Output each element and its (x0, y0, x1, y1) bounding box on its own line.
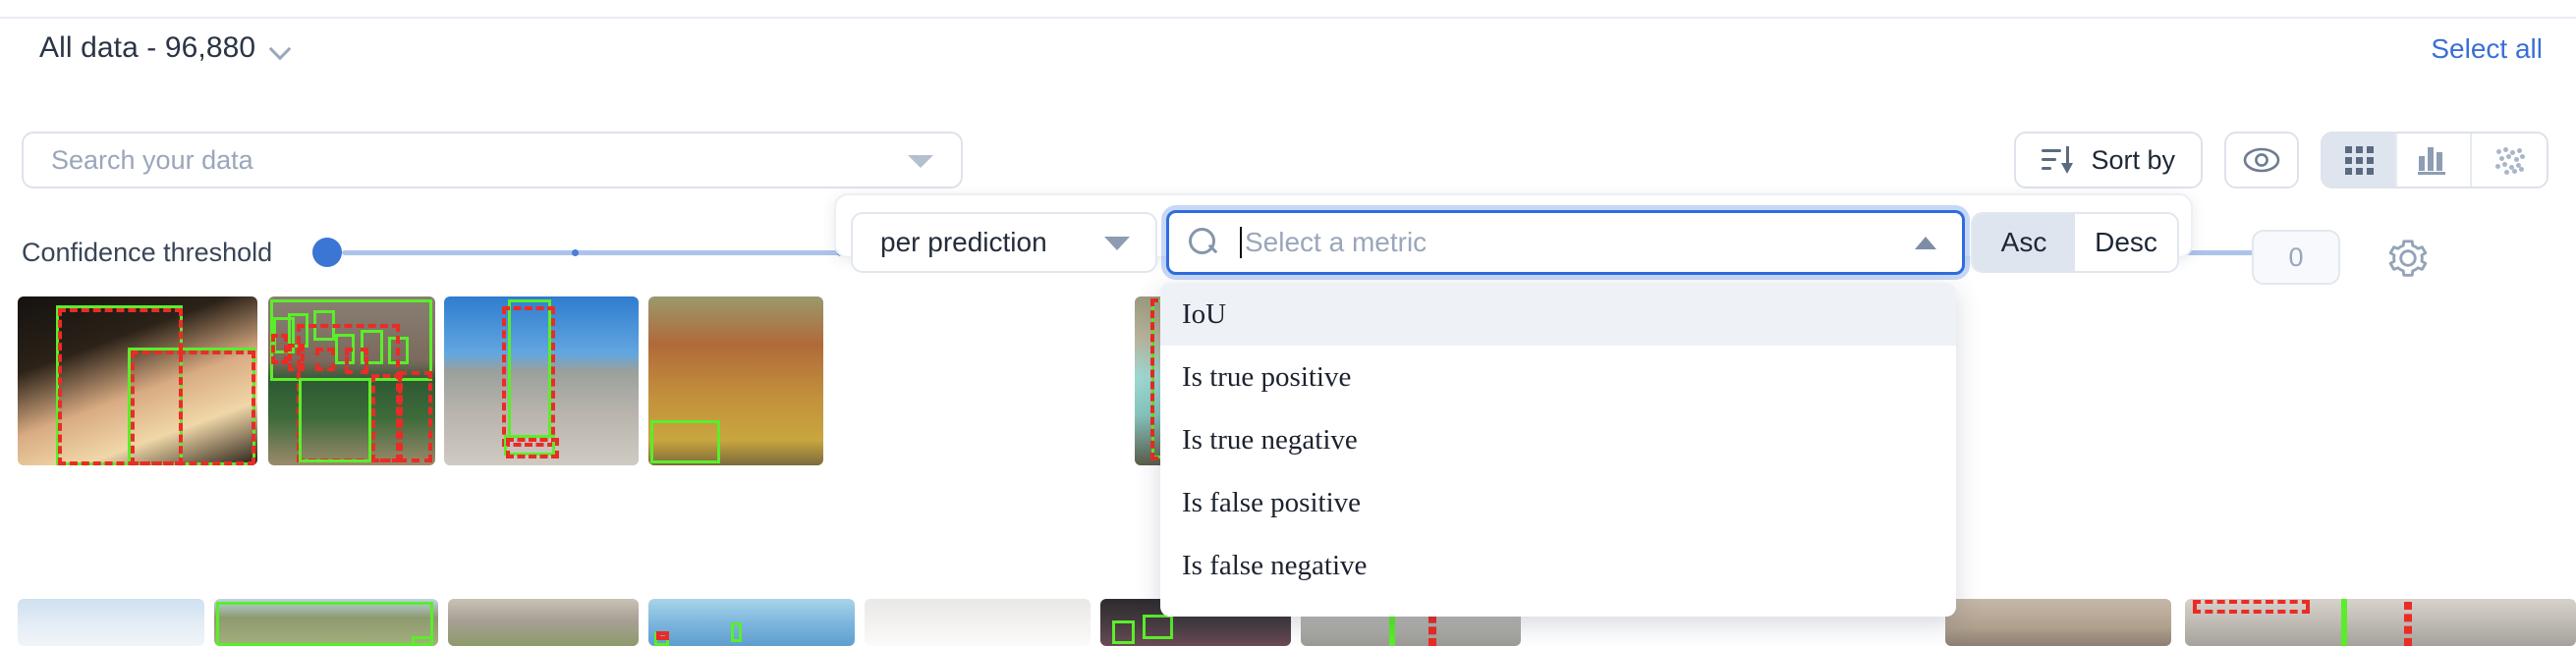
prediction-box (1111, 620, 1135, 645)
sort-descending-icon (2042, 144, 2075, 176)
grid-icon (2344, 145, 2374, 175)
metric-option-is-false-positive[interactable]: Is false positive (1160, 471, 1956, 534)
sort-direction-desc[interactable]: Desc (2075, 214, 2177, 271)
confidence-threshold-label: Confidence threshold (22, 238, 273, 267)
gallery-thumbnail[interactable] (865, 599, 1091, 646)
eye-icon (2243, 147, 2280, 173)
metric-option-iou[interactable]: IoU (1160, 283, 1956, 346)
prediction-box (216, 601, 434, 646)
prediction-box (731, 622, 742, 643)
prediction-box (1142, 615, 1173, 640)
caret-down-icon (1104, 237, 1130, 250)
gallery-thumbnail[interactable] (214, 599, 438, 646)
gallery-thumbnail[interactable] (18, 296, 257, 465)
confidence-value-input[interactable]: 0 (2252, 230, 2340, 285)
metric-select-input[interactable]: Select a metric (1166, 210, 1965, 275)
bar-chart-icon (2418, 145, 2449, 175)
top-divider (0, 17, 2576, 19)
ground-truth-box (130, 350, 255, 465)
ground-truth-box (345, 347, 368, 375)
slider-thumb[interactable] (312, 238, 342, 267)
prediction-box (2341, 599, 2348, 646)
metric-option-is-true-positive[interactable]: Is true positive (1160, 346, 1956, 408)
app-root: All data - 96,880 Select all Search your… (0, 0, 2576, 646)
ground-truth-box (2403, 601, 2412, 646)
gallery-thumbnail[interactable] (648, 599, 855, 646)
metric-options-dropdown: IoU Is true positive Is true negative Is… (1160, 283, 1956, 617)
gallery-thumbnail[interactable] (1945, 599, 2171, 646)
prediction-box (298, 377, 372, 462)
sort-by-label: Sort by (2091, 144, 2175, 175)
sort-direction-asc[interactable]: Asc (1973, 214, 2075, 271)
search-placeholder: Search your data (51, 144, 253, 175)
ground-truth-box (656, 630, 669, 641)
search-icon (1189, 228, 1218, 257)
gallery-thumbnail[interactable] (444, 296, 639, 465)
caret-up-icon[interactable] (1915, 237, 1936, 249)
header-bar: All data - 96,880 Select all (0, 26, 2576, 79)
gallery-thumbnail[interactable] (448, 599, 639, 646)
prediction-box (649, 419, 720, 464)
visibility-toggle-button[interactable] (2224, 132, 2299, 188)
gallery-thumbnail[interactable] (2185, 599, 2576, 646)
search-input[interactable]: Search your data (22, 132, 963, 188)
slider-tick (572, 249, 579, 256)
sort-by-button[interactable]: Sort by (2014, 132, 2203, 188)
metric-input-text: Select a metric (1240, 227, 1427, 258)
ground-truth-box (398, 370, 432, 462)
ground-truth-box (288, 344, 306, 371)
ground-truth-box (2192, 599, 2311, 615)
ground-truth-box (502, 306, 555, 448)
chevron-down-icon (269, 37, 291, 59)
sort-scope-value: per prediction (880, 227, 1047, 257)
metric-option-is-true-negative[interactable]: Is true negative (1160, 408, 1956, 471)
view-mode-chart[interactable] (2397, 134, 2472, 187)
dataset-label: All data - 96,880 (39, 31, 256, 64)
sort-scope-select[interactable]: per prediction (851, 212, 1157, 273)
prediction-box (411, 636, 434, 646)
caret-down-icon[interactable] (908, 155, 933, 168)
gallery-thumbnail[interactable] (268, 296, 435, 465)
ground-truth-box (271, 333, 289, 364)
metric-option-is-false-negative[interactable]: Is false negative (1160, 534, 1956, 597)
view-mode-scatter[interactable] (2472, 134, 2547, 187)
settings-button[interactable] (2385, 236, 2431, 281)
view-mode-grid[interactable] (2323, 134, 2397, 187)
select-all-button[interactable]: Select all (2431, 33, 2543, 65)
gallery-thumbnail[interactable] (648, 296, 823, 465)
metric-placeholder: Select a metric (1245, 227, 1428, 257)
ground-truth-box (506, 438, 559, 459)
ground-truth-box (371, 374, 402, 462)
sort-direction-group: Asc Desc (1971, 212, 2179, 273)
gallery-thumbnail[interactable] (18, 599, 204, 646)
view-mode-group (2321, 132, 2548, 188)
view-toolbar: Sort by (2014, 132, 2548, 188)
ground-truth-box (314, 347, 335, 371)
dataset-selector[interactable]: All data - 96,880 (39, 31, 291, 65)
scatter-plot-icon (2493, 145, 2525, 175)
search-toolbar-row: Search your data Sort by (0, 132, 2576, 192)
text-cursor (1240, 227, 1242, 258)
gear-icon (2388, 240, 2428, 277)
